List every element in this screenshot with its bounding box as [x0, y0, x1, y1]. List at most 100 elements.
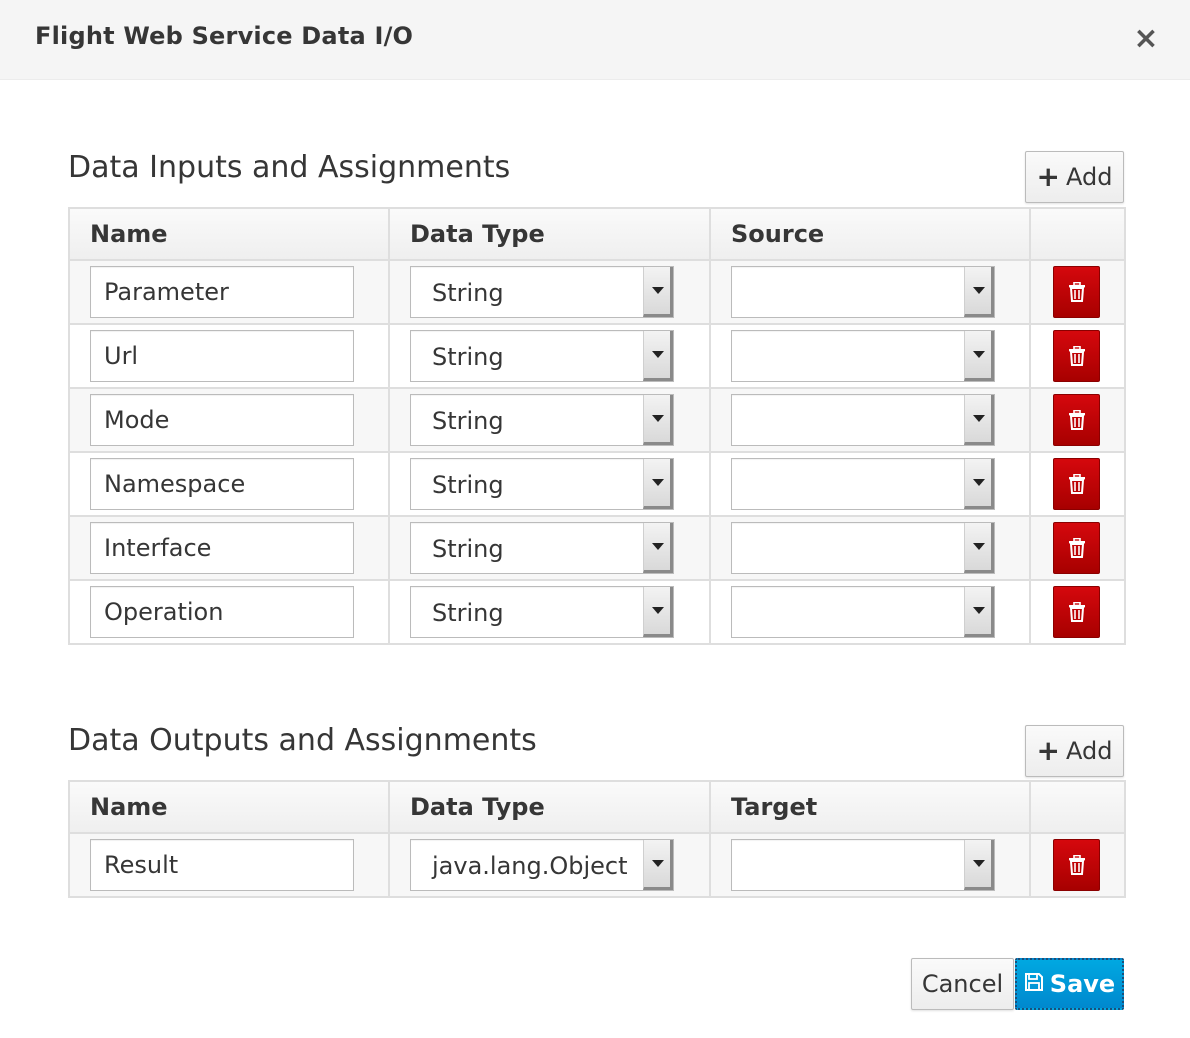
data-type-value: String [432, 343, 504, 371]
name-cell [68, 579, 390, 645]
table-row: String [68, 515, 1126, 581]
caret-down-icon[interactable] [964, 523, 994, 573]
table-row: String [68, 387, 1126, 453]
data-type-select[interactable]: String [410, 330, 674, 382]
data-type-value: String [432, 407, 504, 435]
data-type-cell: String [388, 515, 711, 581]
add-output-button[interactable]: + Add [1025, 725, 1124, 777]
data-type-value: String [432, 471, 504, 499]
close-icon[interactable]: × [1132, 24, 1160, 54]
table-row: String [68, 323, 1126, 389]
target-cell [709, 832, 1031, 898]
outputs-table: Name Data Type Target java.lang.Object [68, 780, 1126, 898]
data-type-cell: String [388, 323, 711, 389]
table-row: java.lang.Object [68, 832, 1126, 898]
data-type-select[interactable]: String [410, 458, 674, 510]
name-cell [68, 515, 390, 581]
caret-down-icon[interactable] [964, 587, 994, 637]
name-cell [68, 387, 390, 453]
data-type-select[interactable]: String [410, 522, 674, 574]
column-header-target: Target [709, 780, 1031, 834]
name-cell [68, 323, 390, 389]
trash-icon [1068, 855, 1086, 875]
trash-icon [1068, 602, 1086, 622]
caret-down-icon[interactable] [643, 587, 673, 637]
add-input-button[interactable]: + Add [1025, 151, 1124, 203]
data-type-select[interactable]: String [410, 586, 674, 638]
cancel-button[interactable]: Cancel [911, 958, 1014, 1010]
name-input[interactable] [90, 586, 354, 638]
source-select[interactable] [731, 458, 995, 510]
name-input[interactable] [90, 522, 354, 574]
table-row: String [68, 451, 1126, 517]
name-input[interactable] [90, 330, 354, 382]
column-header-source: Source [709, 207, 1031, 261]
source-select[interactable] [731, 330, 995, 382]
save-button[interactable]: Save [1015, 958, 1124, 1010]
data-type-cell: String [388, 579, 711, 645]
table-row: String [68, 259, 1126, 325]
source-cell [709, 259, 1031, 325]
actions-cell [1029, 387, 1126, 453]
caret-down-icon[interactable] [643, 459, 673, 509]
caret-down-icon[interactable] [643, 331, 673, 381]
caret-down-icon[interactable] [643, 523, 673, 573]
data-type-cell: String [388, 387, 711, 453]
column-header-actions [1029, 780, 1126, 834]
add-output-label: Add [1066, 737, 1113, 765]
caret-down-icon[interactable] [964, 840, 994, 890]
table-row: String [68, 579, 1126, 645]
actions-cell [1029, 579, 1126, 645]
source-select[interactable] [731, 586, 995, 638]
target-select[interactable] [731, 839, 995, 891]
delete-row-button[interactable] [1053, 266, 1100, 318]
delete-row-button[interactable] [1053, 394, 1100, 446]
actions-cell [1029, 515, 1126, 581]
source-select[interactable] [731, 522, 995, 574]
name-input[interactable] [90, 839, 354, 891]
save-label: Save [1049, 970, 1116, 998]
delete-row-button[interactable] [1053, 522, 1100, 574]
data-type-cell: java.lang.Object [388, 832, 711, 898]
column-header-name: Name [68, 207, 390, 261]
column-header-name: Name [68, 780, 390, 834]
trash-icon [1068, 538, 1086, 558]
caret-down-icon[interactable] [964, 459, 994, 509]
data-type-value: String [432, 279, 504, 307]
delete-row-button[interactable] [1053, 330, 1100, 382]
caret-down-icon[interactable] [964, 267, 994, 317]
delete-row-button[interactable] [1053, 458, 1100, 510]
delete-row-button[interactable] [1053, 586, 1100, 638]
name-input[interactable] [90, 266, 354, 318]
inputs-table: Name Data Type Source String String String… [68, 207, 1126, 645]
name-cell [68, 259, 390, 325]
column-header-data-type: Data Type [388, 780, 711, 834]
trash-icon [1068, 282, 1086, 302]
actions-cell [1029, 323, 1126, 389]
inputs-header-row: Name Data Type Source [68, 207, 1126, 261]
source-select[interactable] [731, 394, 995, 446]
source-select[interactable] [731, 266, 995, 318]
data-type-value: String [432, 535, 504, 563]
plus-icon: + [1036, 160, 1060, 193]
data-type-select[interactable]: String [410, 266, 674, 318]
data-type-value: java.lang.Object [432, 852, 628, 880]
add-input-label: Add [1066, 163, 1113, 191]
delete-row-button[interactable] [1053, 839, 1100, 891]
caret-down-icon[interactable] [643, 840, 673, 890]
name-cell [68, 832, 390, 898]
column-header-data-type: Data Type [388, 207, 711, 261]
outputs-section-title: Data Outputs and Assignments [68, 723, 537, 758]
trash-icon [1068, 474, 1086, 494]
data-type-select[interactable]: String [410, 394, 674, 446]
trash-icon [1068, 410, 1086, 430]
caret-down-icon[interactable] [964, 331, 994, 381]
dialog-title: Flight Web Service Data I/O [35, 22, 414, 50]
caret-down-icon[interactable] [643, 267, 673, 317]
caret-down-icon[interactable] [964, 395, 994, 445]
name-input[interactable] [90, 458, 354, 510]
caret-down-icon[interactable] [643, 395, 673, 445]
data-type-select[interactable]: java.lang.Object [410, 839, 674, 891]
name-input[interactable] [90, 394, 354, 446]
source-cell [709, 387, 1031, 453]
